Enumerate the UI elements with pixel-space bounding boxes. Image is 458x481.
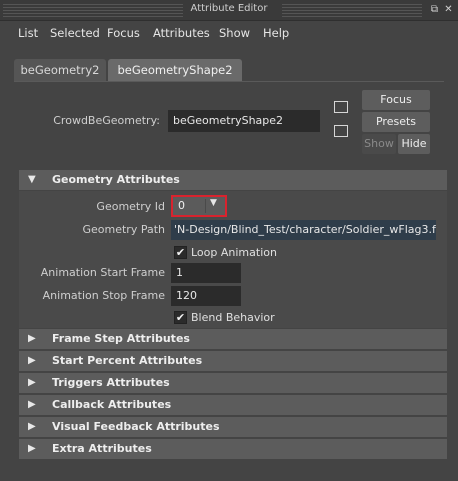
animation-stop-frame-field[interactable]: 120 bbox=[171, 286, 241, 306]
title-bar: Attribute Editor ⧉ ✕ bbox=[0, 0, 458, 21]
input-connection-icon[interactable] bbox=[334, 101, 348, 113]
section-title: Triggers Attributes bbox=[52, 376, 170, 389]
menu-bar: List Selected Focus Attributes Show Help bbox=[0, 21, 458, 45]
expand-right-icon: ▶ bbox=[28, 333, 36, 344]
expand-down-icon: ▼ bbox=[28, 174, 36, 185]
menu-selected[interactable]: Selected bbox=[50, 26, 100, 40]
section-frame-step-attributes[interactable]: ▶ Frame Step Attributes bbox=[19, 329, 447, 349]
section-title: Frame Step Attributes bbox=[52, 332, 190, 345]
tab-begeometryshape2[interactable]: beGeometryShape2 bbox=[108, 59, 242, 81]
geometry-id-dropdown[interactable]: 0 ▼ bbox=[171, 195, 227, 217]
section-title: Geometry Attributes bbox=[52, 173, 180, 186]
menu-attributes[interactable]: Attributes bbox=[153, 26, 210, 40]
tab-begeometry2[interactable]: beGeometry2 bbox=[14, 59, 106, 81]
expand-right-icon: ▶ bbox=[28, 377, 36, 388]
animation-start-frame-label: Animation Start Frame bbox=[40, 266, 165, 279]
blend-behavior-checkbox[interactable]: ✔ bbox=[174, 311, 187, 324]
close-icon[interactable]: ✕ bbox=[443, 4, 454, 15]
section-geometry-attributes[interactable]: ▼ Geometry Attributes bbox=[19, 170, 447, 190]
section-title: Visual Feedback Attributes bbox=[52, 420, 220, 433]
animation-stop-frame-label: Animation Stop Frame bbox=[42, 289, 165, 302]
section-triggers-attributes[interactable]: ▶ Triggers Attributes bbox=[19, 373, 447, 393]
section-title: Start Percent Attributes bbox=[52, 354, 203, 367]
menu-list[interactable]: List bbox=[18, 26, 38, 40]
float-window-icon[interactable]: ⧉ bbox=[429, 4, 440, 15]
loop-animation-checkbox[interactable]: ✔ bbox=[174, 246, 187, 259]
highlight-box bbox=[171, 195, 227, 217]
expand-right-icon: ▶ bbox=[28, 443, 36, 454]
presets-button[interactable]: Presets bbox=[362, 112, 430, 132]
section-extra-attributes[interactable]: ▶ Extra Attributes bbox=[19, 439, 447, 459]
blend-behavior-label: Blend Behavior bbox=[191, 311, 275, 324]
geometry-path-field[interactable]: 'N-Design/Blind_Test/character/Soldier_w… bbox=[171, 220, 436, 240]
window-title: Attribute Editor bbox=[190, 3, 268, 14]
animation-start-frame-field[interactable]: 1 bbox=[171, 263, 241, 283]
hide-button[interactable]: Hide bbox=[398, 134, 430, 154]
section-title: Callback Attributes bbox=[52, 398, 172, 411]
menu-focus[interactable]: Focus bbox=[107, 26, 140, 40]
node-name-field[interactable]: beGeometryShape2 bbox=[168, 110, 320, 132]
output-connection-icon[interactable] bbox=[334, 125, 348, 137]
section-callback-attributes[interactable]: ▶ Callback Attributes bbox=[19, 395, 447, 415]
geometry-id-label: Geometry Id bbox=[96, 200, 165, 213]
focus-button[interactable]: Focus bbox=[362, 90, 430, 110]
section-visual-feedback-attributes[interactable]: ▶ Visual Feedback Attributes bbox=[19, 417, 447, 437]
section-start-percent-attributes[interactable]: ▶ Start Percent Attributes bbox=[19, 351, 447, 371]
expand-right-icon: ▶ bbox=[28, 421, 36, 432]
show-button[interactable]: Show bbox=[362, 134, 396, 154]
node-type-label: CrowdBeGeometry: bbox=[53, 114, 160, 127]
expand-right-icon: ▶ bbox=[28, 355, 36, 366]
section-title: Extra Attributes bbox=[52, 442, 152, 455]
expand-right-icon: ▶ bbox=[28, 399, 36, 410]
menu-show[interactable]: Show bbox=[219, 26, 250, 40]
geometry-path-label: Geometry Path bbox=[82, 223, 165, 236]
loop-animation-label: Loop Animation bbox=[191, 246, 277, 259]
tab-divider bbox=[14, 81, 444, 82]
menu-help[interactable]: Help bbox=[263, 26, 289, 40]
